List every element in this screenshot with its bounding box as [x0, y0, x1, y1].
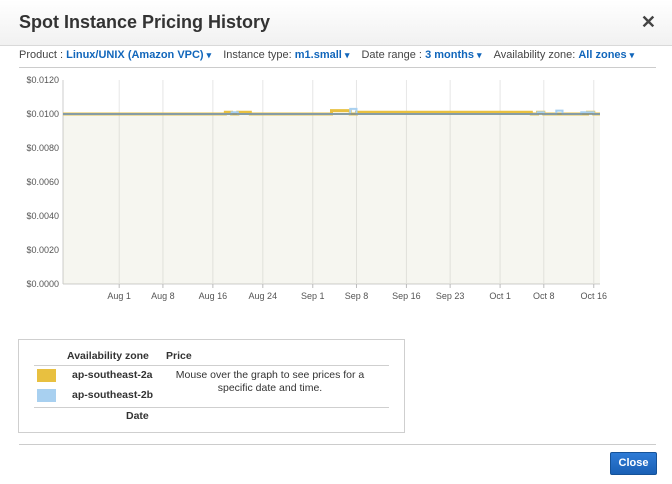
legend-swatch-ap-southeast-2a: [37, 369, 56, 382]
y-tick-label: $0.0000: [26, 279, 59, 289]
x-tick-label: Sep 8: [345, 291, 369, 301]
legend-zone-ap-southeast-2b: ap-southeast-2b: [72, 389, 154, 401]
x-tick-label: Sep 23: [436, 291, 465, 301]
legend-divider: [34, 407, 389, 408]
legend-hover-message: Mouse over the graph to see prices for a…: [175, 369, 365, 394]
legend-date-label: Date: [126, 410, 149, 422]
x-tick-label: Oct 8: [533, 291, 555, 301]
series-area-ap-southeast-2b: [63, 108, 600, 285]
legend-zone-header: Availability zone: [67, 350, 149, 362]
legend-swatch-ap-southeast-2b: [37, 389, 56, 402]
x-tick-label: Sep 1: [301, 291, 325, 301]
legend-zone-ap-southeast-2a: ap-southeast-2a: [72, 369, 153, 381]
y-tick-label: $0.0100: [26, 109, 59, 119]
x-tick-label: Sep 16: [392, 291, 421, 301]
close-button[interactable]: Close: [610, 452, 657, 475]
x-tick-label: Aug 1: [107, 291, 131, 301]
y-tick-label: $0.0020: [26, 245, 59, 255]
y-tick-label: $0.0060: [26, 177, 59, 187]
y-tick-label: $0.0040: [26, 211, 59, 221]
x-tick-label: Oct 16: [580, 291, 607, 301]
legend-divider: [34, 365, 389, 366]
y-tick-label: $0.0080: [26, 143, 59, 153]
y-tick-label: $0.0120: [26, 75, 59, 85]
x-tick-label: Aug 24: [249, 291, 278, 301]
x-tick-label: Aug 8: [151, 291, 175, 301]
legend-panel: Availability zone Price ap-southeast-2a …: [18, 339, 405, 433]
x-tick-label: Oct 1: [489, 291, 511, 301]
legend-price-header: Price: [166, 350, 192, 362]
footer-divider: [19, 444, 656, 445]
x-tick-label: Aug 16: [199, 291, 228, 301]
price-history-chart[interactable]: $0.0120 $0.0100 $0.0080 $0.0060 $0.0040 $0.00…: [0, 0, 672, 330]
